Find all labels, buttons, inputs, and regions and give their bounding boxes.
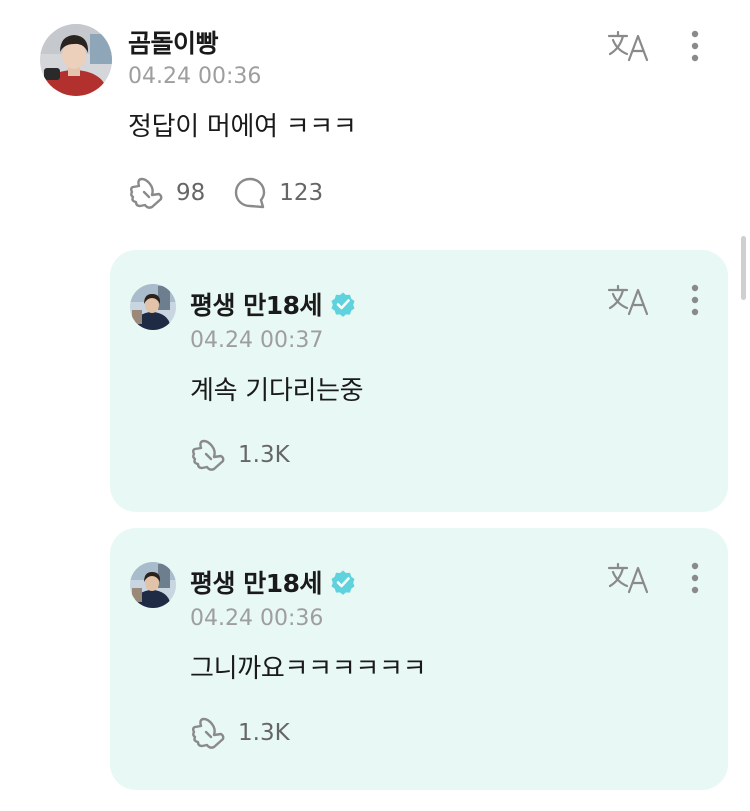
translate-icon[interactable]: [607, 562, 649, 594]
main-comment: 곰돌이빵 04.24 00:36 정답이 머에여 ㅋㅋㅋ 98 123: [0, 0, 750, 240]
like-button[interactable]: 1.3K: [190, 715, 290, 751]
timestamp: 04.24 00:36: [190, 606, 324, 631]
author-name[interactable]: 평생 만18세: [190, 286, 356, 322]
author-name-text: 평생 만18세: [190, 569, 323, 598]
timestamp: 04.24 00:37: [190, 328, 324, 353]
comment-thread: 곰돌이빵 04.24 00:36 정답이 머에여 ㅋㅋㅋ 98 123 평생 만…: [0, 0, 750, 811]
reply-card: 평생 만18세 04.24 00:36 그니까요ㅋㅋㅋㅋㅋㅋ 1.3K: [110, 528, 728, 790]
comment-text: 그니까요ㅋㅋㅋㅋㅋㅋ: [190, 654, 427, 684]
like-icon: [128, 175, 164, 211]
verified-badge-icon: [330, 569, 356, 595]
translate-icon[interactable]: [607, 30, 649, 62]
comment-text: 정답이 머에여 ㅋㅋㅋ: [128, 112, 357, 142]
more-vertical-icon[interactable]: [683, 282, 707, 318]
author-name[interactable]: 평생 만18세: [190, 564, 356, 600]
verified-badge-icon: [330, 291, 356, 317]
comment-text: 계속 기다리는중: [190, 376, 364, 406]
author-name[interactable]: 곰돌이빵: [128, 24, 219, 60]
like-count: 98: [176, 180, 206, 206]
reply-card: 평생 만18세 04.24 00:37 계속 기다리는중 1.3K: [110, 250, 728, 512]
comment-actions: 98 123: [128, 174, 351, 212]
like-button[interactable]: 1.3K: [190, 437, 290, 473]
more-vertical-icon[interactable]: [683, 28, 707, 64]
comment-icon: [233, 176, 267, 210]
avatar[interactable]: [130, 284, 176, 330]
like-button[interactable]: 98: [128, 175, 205, 211]
comment-actions: 1.3K: [190, 436, 318, 474]
timestamp: 04.24 00:36: [128, 64, 262, 89]
comment-count: 123: [279, 180, 324, 206]
avatar[interactable]: [40, 24, 112, 96]
translate-icon[interactable]: [607, 284, 649, 316]
scrollbar[interactable]: [741, 236, 746, 300]
like-icon: [190, 715, 226, 751]
avatar[interactable]: [130, 562, 176, 608]
like-count: 1.3K: [238, 442, 290, 468]
like-count: 1.3K: [238, 720, 290, 746]
like-icon: [190, 437, 226, 473]
more-vertical-icon[interactable]: [683, 560, 707, 596]
comment-actions: 1.3K: [190, 714, 318, 752]
reply-button[interactable]: 123: [233, 176, 323, 210]
author-name-text: 평생 만18세: [190, 291, 323, 320]
